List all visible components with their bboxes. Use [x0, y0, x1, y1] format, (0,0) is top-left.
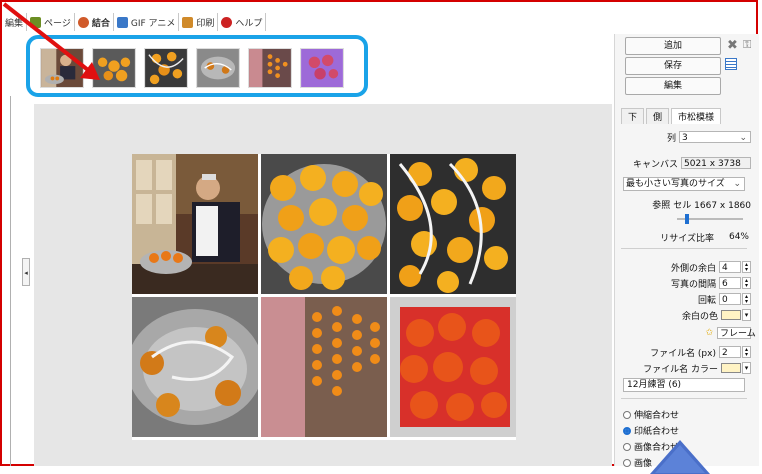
reference-value: セル 1667 x 1860 — [673, 200, 751, 211]
divider — [621, 398, 747, 399]
outer-margin-row: 外側の余白 4 ▴ ▾ — [619, 260, 751, 274]
divider — [621, 248, 747, 249]
tab-checker[interactable]: 市松模様 — [671, 108, 722, 124]
filename-field[interactable]: 12月練習 (6) — [623, 378, 745, 392]
spacing-label: 写真の間隔 — [670, 279, 716, 290]
tab-gif[interactable]: GIF アニメ — [114, 13, 180, 31]
print-icon — [182, 16, 194, 28]
rotate-stepper[interactable]: ▴ ▾ — [742, 293, 751, 305]
tab-help[interactable]: ヘルプ — [218, 13, 267, 31]
collage-photo-1[interactable] — [132, 154, 258, 294]
close-icon[interactable]: ✖ — [727, 38, 738, 53]
radio-circle[interactable] — [623, 458, 631, 467]
filename-px-label: ファイル名 (px) — [650, 348, 716, 359]
add-button[interactable]: 追加 — [625, 37, 721, 55]
canvas-label: キャンバス — [632, 159, 678, 170]
reference-slider[interactable] — [677, 214, 743, 224]
columns-select[interactable]: 3 ⌄ — [679, 131, 751, 143]
filename-px-input[interactable]: 2 — [719, 346, 741, 358]
collapse-handle-icon[interactable]: ◂ — [22, 258, 30, 286]
canvas-size-value: 5021 x 3738 — [681, 157, 751, 169]
tab-bottom[interactable]: 下 — [621, 108, 645, 124]
spacing-input[interactable]: 6 — [719, 277, 741, 289]
radio-paper-label: 印紙合わせ — [634, 427, 680, 437]
radio-circle[interactable] — [623, 410, 631, 419]
chevron-down-icon[interactable]: ▾ — [742, 309, 751, 321]
layout-tabs: 下 側 市松模様 — [621, 108, 723, 124]
size-mode-select[interactable]: 最も小さい写真のサイズ ⌄ — [623, 177, 745, 191]
resize-value: 64% — [728, 232, 749, 242]
outer-margin-stepper[interactable]: ▴ ▾ — [742, 261, 751, 273]
reference-label: 参照 — [652, 200, 671, 211]
chevron-down-icon[interactable]: ▾ — [742, 362, 751, 374]
radio-stretch[interactable]: 伸縮合わせ — [623, 408, 679, 421]
margin-color-swatch[interactable] — [721, 310, 741, 320]
red-arrow-icon — [2, 2, 100, 80]
slider-knob[interactable] — [685, 214, 689, 224]
thumbnail-5[interactable] — [248, 48, 292, 88]
thumbnail-4[interactable] — [196, 48, 240, 88]
left-scrollbar[interactable] — [10, 96, 19, 466]
filename-color-label: ファイル名 カラー — [643, 364, 718, 375]
filename-color-swatch[interactable] — [721, 363, 741, 373]
margin-color-label: 余白の色 — [681, 311, 718, 322]
settings-panel: 追加 保存 編集 ✖ ⚿ 下 側 市松模様 列 3 ⌄ キャンバス 5021 x … — [614, 34, 759, 469]
lock-icon[interactable]: ⚿ — [743, 38, 751, 52]
thumbnail-3[interactable] — [144, 48, 188, 88]
rotate-input[interactable]: 0 — [719, 293, 741, 305]
columns-value: 3 — [682, 133, 688, 143]
filename-value: 12月練習 (6) — [627, 380, 682, 390]
resize-row: リサイズ比率 64% — [619, 230, 751, 244]
collage-photo-2[interactable] — [261, 154, 387, 294]
help-icon — [221, 16, 233, 28]
columns-row: 列 3 ⌄ — [619, 130, 751, 144]
thumbnail-6[interactable] — [300, 48, 344, 88]
margin-color-row: 余白の色 ▾ — [619, 308, 751, 322]
chevron-down-icon: ⌄ — [739, 133, 747, 143]
size-mode-value: 最も小さい写真のサイズ — [626, 179, 725, 189]
radio-circle-checked[interactable] — [623, 426, 631, 435]
star-icon[interactable]: ✩ — [705, 328, 713, 338]
rotate-label: 回転 — [697, 295, 716, 306]
tab-print-label: 印刷 — [196, 18, 215, 29]
columns-label: 列 — [666, 133, 676, 144]
collage-photo-4[interactable] — [132, 297, 258, 437]
tab-help-label: ヘルプ — [235, 18, 263, 29]
tab-print[interactable]: 印刷 — [179, 13, 219, 31]
radio-paper[interactable]: 印紙合わせ — [623, 424, 679, 437]
filename-color-row: ファイル名 カラー ▾ — [619, 361, 751, 375]
outer-margin-input[interactable]: 4 — [719, 261, 741, 273]
frame-row: ✩ フレーム — [619, 326, 756, 340]
blue-triangle-pointer-fill — [655, 445, 705, 473]
reference-row: 参照 セル 1667 x 1860 — [619, 197, 751, 211]
tab-gif-label: GIF アニメ — [130, 18, 176, 29]
save-button[interactable]: 保存 — [625, 57, 721, 75]
filename-px-row: ファイル名 (px) 2 ▴ ▾ — [619, 345, 751, 359]
collage-photo-5[interactable] — [261, 297, 387, 437]
preview-canvas — [34, 104, 612, 466]
filename-px-stepper[interactable]: ▴ ▾ — [742, 346, 751, 358]
radio-stretch-label: 伸縮合わせ — [634, 411, 680, 421]
edit-button[interactable]: 編集 — [625, 77, 721, 95]
spacing-stepper[interactable]: ▴ ▾ — [742, 277, 751, 289]
frame-button[interactable]: フレーム — [717, 327, 756, 339]
canvas-row: キャンバス 5021 x 3738 — [619, 156, 751, 170]
chevron-down-icon: ⌄ — [733, 179, 741, 189]
resize-label: リサイズ比率 — [660, 233, 714, 244]
collage-photo-3[interactable] — [390, 154, 516, 294]
radio-circle[interactable] — [623, 442, 631, 451]
layout-icon[interactable] — [725, 58, 737, 70]
tab-side[interactable]: 側 — [646, 108, 670, 124]
spacing-row: 写真の間隔 6 ▴ ▾ — [619, 276, 751, 290]
collage-photo-6[interactable] — [390, 297, 516, 437]
outer-margin-label: 外側の余白 — [670, 263, 716, 274]
photo-collage — [132, 154, 516, 440]
rotate-row: 回転 0 ▴ ▾ — [619, 292, 751, 306]
